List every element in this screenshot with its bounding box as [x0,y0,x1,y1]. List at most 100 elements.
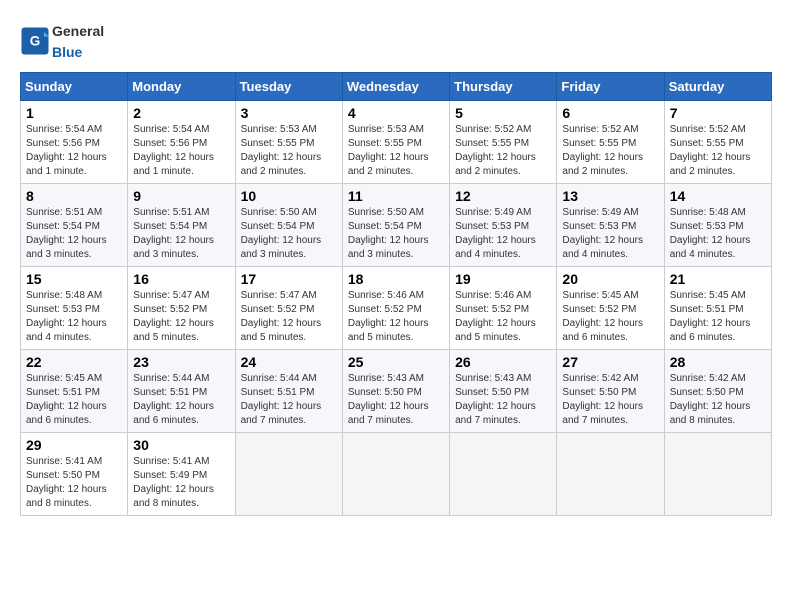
svg-text:G: G [30,34,41,49]
weekday-header-monday: Monday [128,73,235,101]
calendar-cell [235,433,342,516]
day-info: Sunrise: 5:41 AM Sunset: 5:49 PM Dayligh… [133,455,229,511]
day-info: Sunrise: 5:50 AM Sunset: 5:54 PM Dayligh… [348,206,444,262]
calendar-week-2: 8 Sunrise: 5:51 AM Sunset: 5:54 PM Dayli… [21,184,772,267]
day-info: Sunrise: 5:49 AM Sunset: 5:53 PM Dayligh… [455,206,551,262]
calendar-table: SundayMondayTuesdayWednesdayThursdayFrid… [20,72,772,516]
calendar-cell: 9 Sunrise: 5:51 AM Sunset: 5:54 PM Dayli… [128,184,235,267]
header: G General Blue [20,20,772,62]
day-info: Sunrise: 5:54 AM Sunset: 5:56 PM Dayligh… [26,123,122,179]
day-number: 4 [348,105,444,121]
day-number: 6 [562,105,658,121]
day-info: Sunrise: 5:52 AM Sunset: 5:55 PM Dayligh… [455,123,551,179]
calendar-cell: 6 Sunrise: 5:52 AM Sunset: 5:55 PM Dayli… [557,101,664,184]
day-number: 7 [670,105,766,121]
day-info: Sunrise: 5:44 AM Sunset: 5:51 PM Dayligh… [241,372,337,428]
calendar-cell: 5 Sunrise: 5:52 AM Sunset: 5:55 PM Dayli… [450,101,557,184]
day-info: Sunrise: 5:52 AM Sunset: 5:55 PM Dayligh… [562,123,658,179]
day-info: Sunrise: 5:46 AM Sunset: 5:52 PM Dayligh… [348,289,444,345]
calendar-cell: 13 Sunrise: 5:49 AM Sunset: 5:53 PM Dayl… [557,184,664,267]
calendar-week-5: 29 Sunrise: 5:41 AM Sunset: 5:50 PM Dayl… [21,433,772,516]
day-number: 3 [241,105,337,121]
calendar-cell: 21 Sunrise: 5:45 AM Sunset: 5:51 PM Dayl… [664,267,771,350]
day-number: 22 [26,354,122,370]
calendar-cell: 29 Sunrise: 5:41 AM Sunset: 5:50 PM Dayl… [21,433,128,516]
weekday-header-saturday: Saturday [664,73,771,101]
day-info: Sunrise: 5:44 AM Sunset: 5:51 PM Dayligh… [133,372,229,428]
calendar-cell: 19 Sunrise: 5:46 AM Sunset: 5:52 PM Dayl… [450,267,557,350]
day-number: 25 [348,354,444,370]
day-info: Sunrise: 5:48 AM Sunset: 5:53 PM Dayligh… [670,206,766,262]
weekday-header-wednesday: Wednesday [342,73,449,101]
calendar-cell: 25 Sunrise: 5:43 AM Sunset: 5:50 PM Dayl… [342,350,449,433]
day-number: 17 [241,271,337,287]
day-info: Sunrise: 5:41 AM Sunset: 5:50 PM Dayligh… [26,455,122,511]
calendar-cell: 11 Sunrise: 5:50 AM Sunset: 5:54 PM Dayl… [342,184,449,267]
day-number: 8 [26,188,122,204]
calendar-cell: 1 Sunrise: 5:54 AM Sunset: 5:56 PM Dayli… [21,101,128,184]
calendar-cell: 18 Sunrise: 5:46 AM Sunset: 5:52 PM Dayl… [342,267,449,350]
calendar-cell: 27 Sunrise: 5:42 AM Sunset: 5:50 PM Dayl… [557,350,664,433]
weekday-header-friday: Friday [557,73,664,101]
day-info: Sunrise: 5:45 AM Sunset: 5:51 PM Dayligh… [26,372,122,428]
day-number: 18 [348,271,444,287]
day-number: 20 [562,271,658,287]
day-number: 24 [241,354,337,370]
day-number: 16 [133,271,229,287]
day-number: 27 [562,354,658,370]
calendar-cell: 7 Sunrise: 5:52 AM Sunset: 5:55 PM Dayli… [664,101,771,184]
day-number: 23 [133,354,229,370]
day-info: Sunrise: 5:53 AM Sunset: 5:55 PM Dayligh… [241,123,337,179]
calendar-cell: 22 Sunrise: 5:45 AM Sunset: 5:51 PM Dayl… [21,350,128,433]
calendar-cell: 2 Sunrise: 5:54 AM Sunset: 5:56 PM Dayli… [128,101,235,184]
day-info: Sunrise: 5:52 AM Sunset: 5:55 PM Dayligh… [670,123,766,179]
day-info: Sunrise: 5:48 AM Sunset: 5:53 PM Dayligh… [26,289,122,345]
calendar-cell: 17 Sunrise: 5:47 AM Sunset: 5:52 PM Dayl… [235,267,342,350]
day-info: Sunrise: 5:51 AM Sunset: 5:54 PM Dayligh… [26,206,122,262]
day-info: Sunrise: 5:42 AM Sunset: 5:50 PM Dayligh… [670,372,766,428]
calendar-cell: 28 Sunrise: 5:42 AM Sunset: 5:50 PM Dayl… [664,350,771,433]
calendar-cell [557,433,664,516]
calendar-cell: 16 Sunrise: 5:47 AM Sunset: 5:52 PM Dayl… [128,267,235,350]
day-info: Sunrise: 5:45 AM Sunset: 5:52 PM Dayligh… [562,289,658,345]
calendar-week-1: 1 Sunrise: 5:54 AM Sunset: 5:56 PM Dayli… [21,101,772,184]
day-number: 11 [348,188,444,204]
calendar-cell: 8 Sunrise: 5:51 AM Sunset: 5:54 PM Dayli… [21,184,128,267]
day-info: Sunrise: 5:47 AM Sunset: 5:52 PM Dayligh… [133,289,229,345]
calendar-cell: 12 Sunrise: 5:49 AM Sunset: 5:53 PM Dayl… [450,184,557,267]
day-info: Sunrise: 5:42 AM Sunset: 5:50 PM Dayligh… [562,372,658,428]
logo-icon: G [20,26,50,56]
calendar-cell: 4 Sunrise: 5:53 AM Sunset: 5:55 PM Dayli… [342,101,449,184]
day-number: 14 [670,188,766,204]
calendar-cell [664,433,771,516]
day-number: 12 [455,188,551,204]
calendar-cell: 15 Sunrise: 5:48 AM Sunset: 5:53 PM Dayl… [21,267,128,350]
weekday-header-row: SundayMondayTuesdayWednesdayThursdayFrid… [21,73,772,101]
calendar-week-3: 15 Sunrise: 5:48 AM Sunset: 5:53 PM Dayl… [21,267,772,350]
calendar-cell: 14 Sunrise: 5:48 AM Sunset: 5:53 PM Dayl… [664,184,771,267]
day-number: 30 [133,437,229,453]
day-info: Sunrise: 5:45 AM Sunset: 5:51 PM Dayligh… [670,289,766,345]
day-number: 5 [455,105,551,121]
day-number: 26 [455,354,551,370]
day-number: 28 [670,354,766,370]
calendar-cell: 10 Sunrise: 5:50 AM Sunset: 5:54 PM Dayl… [235,184,342,267]
calendar-cell: 3 Sunrise: 5:53 AM Sunset: 5:55 PM Dayli… [235,101,342,184]
day-number: 21 [670,271,766,287]
day-number: 1 [26,105,122,121]
calendar-cell: 24 Sunrise: 5:44 AM Sunset: 5:51 PM Dayl… [235,350,342,433]
day-info: Sunrise: 5:54 AM Sunset: 5:56 PM Dayligh… [133,123,229,179]
calendar-cell: 30 Sunrise: 5:41 AM Sunset: 5:49 PM Dayl… [128,433,235,516]
weekday-header-thursday: Thursday [450,73,557,101]
day-info: Sunrise: 5:46 AM Sunset: 5:52 PM Dayligh… [455,289,551,345]
day-number: 13 [562,188,658,204]
day-number: 19 [455,271,551,287]
weekday-header-sunday: Sunday [21,73,128,101]
logo-general: General [52,23,104,39]
day-info: Sunrise: 5:51 AM Sunset: 5:54 PM Dayligh… [133,206,229,262]
day-number: 10 [241,188,337,204]
day-info: Sunrise: 5:43 AM Sunset: 5:50 PM Dayligh… [348,372,444,428]
calendar-week-4: 22 Sunrise: 5:45 AM Sunset: 5:51 PM Dayl… [21,350,772,433]
day-info: Sunrise: 5:50 AM Sunset: 5:54 PM Dayligh… [241,206,337,262]
day-info: Sunrise: 5:53 AM Sunset: 5:55 PM Dayligh… [348,123,444,179]
